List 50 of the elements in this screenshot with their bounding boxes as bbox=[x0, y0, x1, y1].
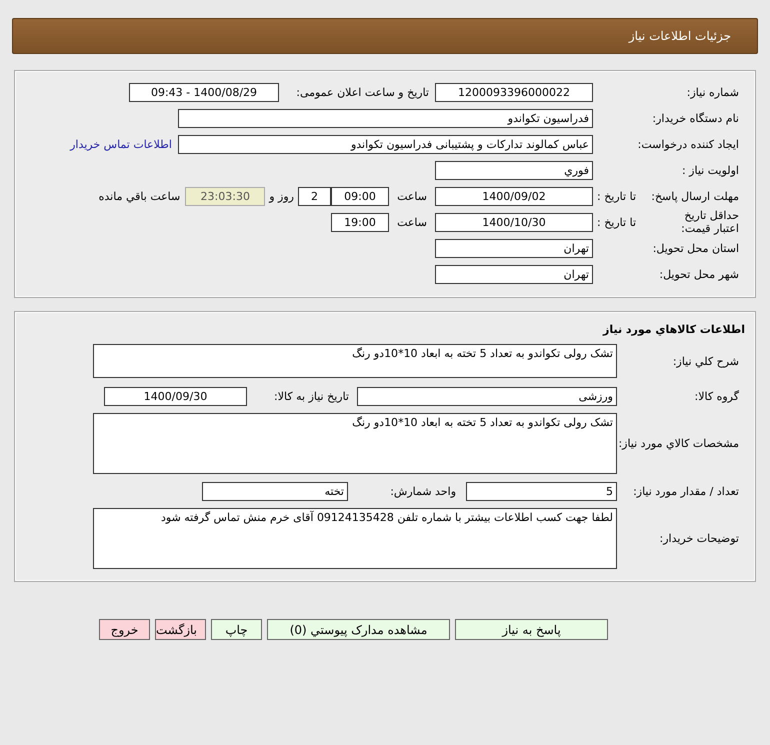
field-label: تا تاریخ : bbox=[597, 190, 636, 202]
field-label: روز و bbox=[269, 190, 294, 202]
field-label: تعداد / مقدار مورد نیاز: bbox=[632, 484, 740, 498]
field-label: نام دستگاه خریدار: bbox=[651, 112, 740, 124]
input-field[interactable]: 1400/10/30 bbox=[435, 212, 593, 232]
action-button[interactable]: پاسخ به نیاز bbox=[455, 619, 608, 640]
field-label: واحد شمارش: bbox=[389, 484, 456, 498]
countdown-field[interactable]: 23:03:30 bbox=[185, 186, 266, 206]
input-field[interactable]: 19:00 bbox=[331, 212, 389, 232]
field-label: شماره نیاز: bbox=[686, 86, 740, 98]
contact-link[interactable]: اطلاعات تماس خریدار bbox=[70, 138, 172, 150]
action-button[interactable]: خروج bbox=[99, 619, 150, 640]
field-label: اولویت نیاز : bbox=[680, 164, 740, 176]
action-button[interactable]: چاپ bbox=[211, 619, 262, 640]
field-label: مشخصات کالاي مورد نیاز: bbox=[617, 437, 740, 450]
input-field[interactable]: 1400/09/30 bbox=[104, 386, 247, 406]
field-label: ساعت bbox=[396, 216, 427, 228]
input-field[interactable]: 1400/09/02 bbox=[435, 186, 593, 206]
action-button[interactable]: مشاهده مدارک پیوستي (0) bbox=[267, 619, 450, 640]
input-field[interactable]: تخته bbox=[202, 482, 348, 500]
field-label: ساعت باقي مانده bbox=[98, 190, 180, 202]
action-button[interactable]: بازگشت bbox=[155, 619, 206, 640]
field-label: مهلت ارسال پاسخ: bbox=[651, 190, 739, 202]
field-label: گروه کالا: bbox=[694, 390, 740, 402]
field-label: استان محل تحویل: bbox=[652, 242, 740, 254]
field-label: شهر محل تحویل: bbox=[658, 268, 740, 280]
input-field[interactable]: فوري bbox=[435, 160, 593, 180]
field-label: شرح کلي نیاز: bbox=[672, 354, 740, 368]
text-area[interactable]: تشک رولی تکواندو به تعداد 5 تخته به ابعاد 10*10دو رنگ bbox=[93, 413, 617, 474]
field-label: ایجاد کننده درخواست: bbox=[636, 138, 740, 150]
input-field[interactable]: تهران bbox=[435, 264, 593, 284]
input-field[interactable]: ورزشی bbox=[357, 386, 617, 406]
input-field[interactable]: 2 bbox=[298, 186, 331, 206]
input-field[interactable]: فدراسیون تکواندو bbox=[178, 108, 593, 128]
field-label: ساعت bbox=[396, 190, 427, 202]
field-label: تاریخ نیاز به کالا: bbox=[273, 390, 349, 402]
text-area[interactable]: تشک رولی تکواندو به تعداد 5 تخته به ابعاد 10*10دو رنگ bbox=[93, 344, 617, 378]
input-field[interactable]: 09:00 bbox=[331, 186, 389, 206]
section-title: اطلاعات کالاهاي مورد نیاز bbox=[602, 322, 746, 338]
input-field[interactable]: 1200093396000022 bbox=[435, 82, 593, 102]
text-area[interactable]: لطفا جهت کسب اطلاعات بیشتر با شماره تلفن 09124135428 آقای خرم منش تماس گرفته شود bbox=[93, 508, 617, 569]
input-field[interactable]: 5 bbox=[466, 482, 617, 500]
input-field[interactable]: عباس کمالوند تدارکات و پشتیبانی فدراسیون تکواندو bbox=[178, 134, 593, 154]
field-label: توضیحات خریدار: bbox=[658, 532, 740, 545]
field-label: حداقل تاریخ اعتبار قیمت: bbox=[680, 209, 739, 235]
input-field[interactable]: تهران bbox=[435, 238, 593, 258]
page-title: جزئیات اطلاعات نیاز bbox=[12, 18, 758, 54]
field-label: تاریخ و ساعت اعلان عمومی: bbox=[295, 86, 429, 98]
field-label: تا تاریخ : bbox=[597, 216, 636, 228]
input-field[interactable]: 1400/08/29 - 09:43 bbox=[129, 82, 279, 102]
